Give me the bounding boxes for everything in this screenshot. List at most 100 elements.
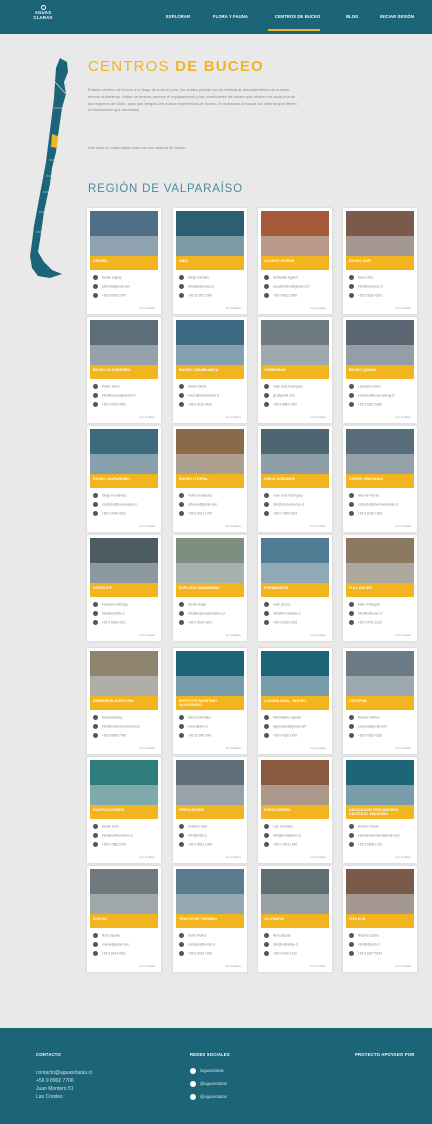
- center-details-link[interactable]: Ver detalles: [225, 746, 241, 750]
- dive-center-card[interactable]: DIVERLIFE Francisco Astorga info@diverlife…: [87, 535, 161, 641]
- center-details-link[interactable]: Ver detalles: [225, 415, 241, 419]
- center-email[interactable]: info@vitasub.cl: [349, 942, 380, 947]
- dive-center-card[interactable]: ACUATIC DIVERS Sebastián Aguirre acuaticdi…: [258, 208, 332, 314]
- center-email[interactable]: acuaticdivers@gmail.com: [264, 284, 309, 289]
- center-details-link[interactable]: Ver detalles: [395, 964, 411, 968]
- center-details-link[interactable]: Ver detalles: [310, 633, 326, 637]
- center-details-link[interactable]: Ver detalles: [225, 855, 241, 859]
- dive-center-card[interactable]: BUCEO SUR Darío Vera info@buceosur.cl +56 9…: [343, 208, 417, 314]
- dive-center-card[interactable]: FULL BUCEO Mario Pellegrini info@fullbuceo…: [343, 535, 417, 641]
- social-twitter[interactable]: @aguasclaras: [190, 1094, 227, 1100]
- center-details-link[interactable]: Ver detalles: [225, 964, 241, 968]
- nav-flora-fauna[interactable]: FLORA Y FAUNA: [213, 14, 248, 19]
- center-email[interactable]: info@formandive.cl: [264, 611, 300, 616]
- center-email[interactable]: contacto@buceoquinay.cl: [349, 393, 394, 398]
- center-details-link[interactable]: Ver detalles: [139, 415, 155, 419]
- center-details-link[interactable]: Ver detalles: [310, 964, 326, 968]
- dive-center-card[interactable]: SUBVAL Rubí Zapata subval@gmail.com +56 9 8…: [87, 866, 161, 972]
- dive-center-card[interactable]: ASOCIACIÓN PESCADORES CALETA EL MANZANO A…: [343, 757, 417, 863]
- nav-login[interactable]: INICIAR SESIÓN: [380, 14, 414, 19]
- center-name: PUNTA DIVERS: [261, 805, 329, 819]
- dive-center-card[interactable]: ABISMO Daniel Inghay abismo@gmail.com +56 9…: [87, 208, 161, 314]
- center-details-link[interactable]: Ver detalles: [395, 633, 411, 637]
- center-email[interactable]: info@diverlife.cl: [93, 611, 125, 616]
- center-details-link[interactable]: Ver detalles: [225, 633, 241, 637]
- dive-center-card[interactable]: VITA SUB Ricardo Castro info@vitasub.cl +56…: [343, 866, 417, 972]
- center-email[interactable]: jjro@gmail.com: [264, 393, 295, 398]
- center-email[interactable]: info@inmersionaventura.cl: [93, 724, 140, 729]
- nav-explorar[interactable]: EXPLORAR: [166, 14, 190, 19]
- center-email[interactable]: buceo@casablanca.cl: [179, 393, 219, 398]
- center-details-link[interactable]: Ver detalles: [310, 855, 326, 859]
- dive-center-card[interactable]: ABIS Diego Canales info@abisbuceo.cl +56 32…: [173, 208, 247, 314]
- center-email[interactable]: octopus@gmail.com: [349, 724, 387, 729]
- email-icon: [93, 833, 98, 838]
- dive-center-card[interactable]: FORMANDIVE Juan Quiroz info@formandive.cl +…: [258, 535, 332, 641]
- center-details-link[interactable]: Ver detalles: [139, 306, 155, 310]
- dive-center-card[interactable]: BUCEO LITORAL Pablo Fernández pfbuceo@gmai…: [173, 426, 247, 532]
- center-email[interactable]: info@pirita.cl: [179, 833, 206, 838]
- nav-blog[interactable]: BLOG: [346, 14, 359, 19]
- dive-center-card[interactable]: BUCEO CASABLANCA David Toledo buceo@casabl…: [173, 317, 247, 423]
- dive-center-card[interactable]: LAGUNA AZUL - BUCEO Maximiliano Zapata lag…: [258, 648, 332, 754]
- dive-center-card[interactable]: OCTOPUS Ricardo Muñoz octopus@gmail.com +56…: [343, 648, 417, 754]
- dive-center-card[interactable]: INMERSIÓN AVENTURA Gerald Bracey info@inme…: [87, 648, 161, 754]
- center-details-link[interactable]: Ver detalles: [139, 524, 155, 528]
- center-email[interactable]: info@cincooceanos.cl: [264, 502, 304, 507]
- center-email[interactable]: buceo@imv.cl: [179, 724, 208, 729]
- dive-center-card[interactable]: CORMORAN Juan José Rodríguez jjro@gmail.co…: [258, 317, 332, 423]
- center-details-link[interactable]: Ver detalles: [225, 306, 241, 310]
- center-email[interactable]: info@abisbuceo.cl: [179, 284, 214, 289]
- dive-center-card[interactable]: BUCEO QUINAY Laureano Orrico contacto@buce…: [343, 317, 417, 423]
- dive-center-card[interactable]: BUCEO VALPARAÍSO Diego Fernández contacto@…: [87, 426, 161, 532]
- center-email[interactable]: info@pacificodivers.cl: [93, 833, 133, 838]
- dive-center-card[interactable]: DIVERS VENTANAS Alex de Ferrari contacto@d…: [343, 426, 417, 532]
- social-facebook[interactable]: /aguasclaras: [190, 1068, 224, 1074]
- center-details-link[interactable]: Ver detalles: [310, 746, 326, 750]
- center-email[interactable]: info@puntadivers.cl: [264, 833, 301, 838]
- dive-center-card[interactable]: BUCEO ALGARROBO Pablo Jacob info@buceoalga…: [87, 317, 161, 423]
- center-email[interactable]: info@explorasubmarino.cl: [179, 611, 225, 616]
- center-details-link[interactable]: Ver detalles: [310, 524, 326, 528]
- center-details-link[interactable]: Ver detalles: [139, 633, 155, 637]
- dive-center-card[interactable]: PIRITA BUCEO Esteban Soto info@pirita.cl +5…: [173, 757, 247, 863]
- center-details-link[interactable]: Ver detalles: [225, 524, 241, 528]
- site-logo[interactable]: AGUAS CLARAS: [26, 5, 60, 21]
- center-email[interactable]: lagunaazul@gmail.com: [264, 724, 306, 729]
- center-details-link[interactable]: Ver detalles: [395, 306, 411, 310]
- dive-center-card[interactable]: INSTITUTO MARITIMO VALPARAÍSO Marcos Mora…: [173, 648, 247, 754]
- dive-center-card[interactable]: PUNTA DIVERS Luis González info@puntadiver…: [258, 757, 332, 863]
- center-email[interactable]: contacto@buceovalpo.cl: [93, 502, 137, 507]
- dive-center-card[interactable]: PACÍFICO DIVERS Daniel Soto info@pacificod…: [87, 757, 161, 863]
- center-email[interactable]: contacto@diversventanas.cl: [349, 502, 398, 507]
- social-instagram[interactable]: @aguasclaras: [190, 1081, 227, 1087]
- footer-email[interactable]: contacto@aguasclaras.cl: [36, 1070, 92, 1076]
- center-email[interactable]: abismo@gmail.com: [93, 284, 130, 289]
- dive-center-card[interactable]: EXPLORA SUBMARINO Daniel Rojas info@explor…: [173, 535, 247, 641]
- center-email[interactable]: contacto@tencte.cl: [179, 942, 215, 947]
- center-details-link[interactable]: Ver detalles: [139, 746, 155, 750]
- center-phone: +56 9 6125 3422: [179, 402, 212, 407]
- center-email[interactable]: subval@gmail.com: [93, 942, 129, 947]
- region-valparaiso[interactable]: [51, 134, 58, 148]
- dive-center-card[interactable]: VALPADIVE Nino Zapata info@valpadive.cl +56…: [258, 866, 332, 972]
- center-details-link[interactable]: Ver detalles: [395, 415, 411, 419]
- center-email[interactable]: info@fullbuceo.cl: [349, 611, 382, 616]
- dive-center-card[interactable]: TENCTE DE TURISMO Pablo Muñoz contacto@ten…: [173, 866, 247, 972]
- center-details-link[interactable]: Ver detalles: [395, 855, 411, 859]
- center-email[interactable]: info@buceosur.cl: [349, 284, 383, 289]
- center-email[interactable]: info@valpadive.cl: [264, 942, 298, 947]
- center-details-link[interactable]: Ver detalles: [139, 964, 155, 968]
- center-email[interactable]: caletaelmanzano@gmail.com: [349, 833, 400, 838]
- dive-center-card[interactable]: CINCO OCÉANOS Juan José Rodríguez info@cin…: [258, 426, 332, 532]
- phone-icon: [179, 951, 184, 956]
- center-details-link[interactable]: Ver detalles: [310, 415, 326, 419]
- center-email[interactable]: info@buceoalgarrobo.cl: [93, 393, 136, 398]
- center-details-link[interactable]: Ver detalles: [395, 746, 411, 750]
- center-details-link[interactable]: Ver detalles: [395, 524, 411, 528]
- center-email[interactable]: pfbuceo@gmail.com: [179, 502, 217, 507]
- nav-centros-buceo[interactable]: CENTROS DE BUCEO: [275, 14, 320, 19]
- center-details-link[interactable]: Ver detalles: [310, 306, 326, 310]
- chile-map[interactable]: [22, 56, 78, 282]
- center-details-link[interactable]: Ver detalles: [139, 855, 155, 859]
